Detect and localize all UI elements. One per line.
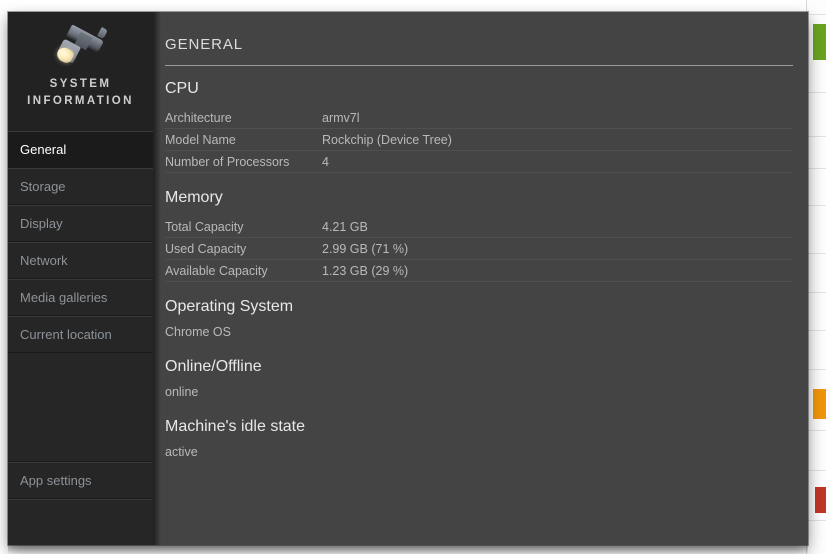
- info-row-value: armv7l: [322, 110, 360, 125]
- section-operating-system: Operating System Chrome OS: [165, 298, 800, 341]
- section-value: online: [165, 385, 199, 399]
- app-title-line-2: INFORMATION: [27, 95, 134, 107]
- info-row: Total Capacity 4.21 GB: [165, 216, 793, 238]
- section-heading: CPU: [165, 80, 199, 97]
- system-information-window: SYSTEM INFORMATION General Storage Display…: [8, 12, 808, 545]
- section-machine-s-idle-state: Machine's idle state active: [165, 418, 800, 461]
- section-heading: Memory: [165, 189, 223, 206]
- sidebar: SYSTEM INFORMATION General Storage Display…: [8, 12, 153, 545]
- sidebar-item-current-location[interactable]: Current location: [8, 316, 153, 353]
- page-title-divider: [165, 65, 793, 66]
- background-page-thumbnail: [813, 24, 826, 60]
- info-row-value: Rockchip (Device Tree): [322, 132, 452, 147]
- background-page-rule: [807, 14, 826, 15]
- sidebar-item-label: App settings: [20, 473, 92, 488]
- sidebar-nav-spacer: [8, 353, 153, 462]
- sidebar-item-label: General: [20, 142, 67, 157]
- sidebar-item-network[interactable]: Network: [8, 242, 153, 279]
- info-row-label: Number of Processors: [165, 154, 290, 169]
- sidebar-bottom-fill: [8, 499, 153, 545]
- background-page-rule: [807, 470, 826, 471]
- sidebar-item-general[interactable]: General: [8, 131, 153, 168]
- section-online-offline: Online/Offline online: [165, 358, 800, 401]
- sidebar-item-label: Media galleries: [20, 290, 108, 305]
- page-title: GENERAL: [165, 36, 243, 53]
- sidebar-item-storage[interactable]: Storage: [8, 168, 153, 205]
- background-page-rule: [807, 168, 826, 169]
- main-content: GENERAL CPU Architecture armv7l Model Name R…: [153, 12, 808, 545]
- info-row-label: Used Capacity: [165, 241, 247, 256]
- background-page-rule: [807, 330, 826, 331]
- background-page-rule: [807, 292, 826, 293]
- background-page-thumbnail: [813, 389, 826, 419]
- background-page-rule: [807, 205, 826, 206]
- window-drop-shadow: [8, 545, 808, 554]
- info-row: Available Capacity 1.23 GB (29 %): [165, 260, 793, 282]
- background-page-rule: [807, 369, 826, 370]
- section-value: Chrome OS: [165, 325, 231, 339]
- sidebar-item-app-settings[interactable]: App settings: [8, 462, 153, 499]
- section-value: active: [165, 445, 198, 459]
- section-list: CPU Architecture armv7l Model Name Rockchip …: [165, 80, 800, 461]
- background-page-thumbnail: [815, 487, 826, 513]
- info-row-value: 1.23 GB (29 %): [322, 263, 409, 278]
- background-page-rule: [807, 520, 826, 521]
- info-row-value: 2.99 GB (71 %): [322, 241, 409, 256]
- background-page-rule: [807, 92, 826, 93]
- section-heading: Machine's idle state: [165, 418, 306, 435]
- sidebar-item-label: Display: [20, 216, 63, 231]
- sidebar-nav: General Storage Display Network Media galler…: [8, 131, 153, 499]
- background-page-rule: [807, 136, 826, 137]
- sidebar-item-display[interactable]: Display: [8, 205, 153, 242]
- app-title: SYSTEM INFORMATION: [27, 76, 134, 110]
- info-row-value: 4.21 GB: [322, 219, 368, 234]
- section-heading: Operating System: [165, 298, 294, 315]
- info-row-label: Available Capacity: [165, 263, 268, 278]
- info-row-label: Model Name: [165, 132, 236, 147]
- flashlight-icon: [49, 22, 113, 72]
- section-heading: Online/Offline: [165, 358, 262, 375]
- sidebar-item-label: Network: [20, 253, 68, 268]
- sidebar-item-label: Storage: [20, 179, 66, 194]
- section-cpu: CPU Architecture armv7l Model Name Rockchip …: [165, 80, 800, 173]
- section-memory: Memory Total Capacity 4.21 GB Used Capacity…: [165, 189, 800, 282]
- info-row-value: 4: [322, 154, 329, 169]
- app-brand: SYSTEM INFORMATION: [8, 12, 153, 131]
- info-row: Model Name Rockchip (Device Tree): [165, 129, 793, 151]
- background-page-rule: [807, 430, 826, 431]
- info-row-label: Total Capacity: [165, 219, 244, 234]
- info-row: Architecture armv7l: [165, 107, 793, 129]
- info-row: Number of Processors 4: [165, 151, 793, 173]
- sidebar-item-label: Current location: [20, 327, 112, 342]
- info-row-label: Architecture: [165, 110, 232, 125]
- app-title-line-1: SYSTEM: [49, 78, 112, 90]
- sidebar-item-media-galleries[interactable]: Media galleries: [8, 279, 153, 316]
- background-page-rule: [807, 253, 826, 254]
- info-row: Used Capacity 2.99 GB (71 %): [165, 238, 793, 260]
